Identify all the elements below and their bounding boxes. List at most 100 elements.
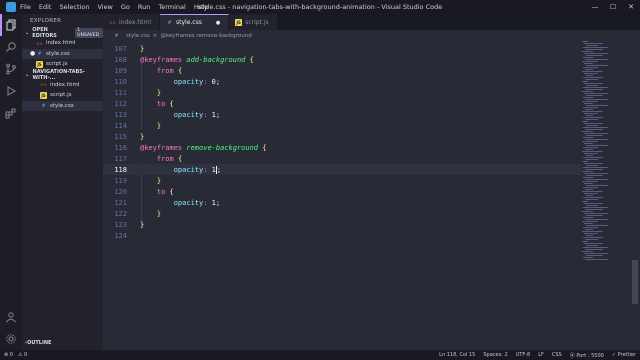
line-number[interactable]: 118	[103, 166, 127, 174]
open-editor-item[interactable]: ● # style.css	[22, 48, 103, 59]
settings-gear-icon[interactable]	[0, 328, 22, 350]
unsaved-dot-icon[interactable]: ●	[216, 20, 220, 26]
code-line[interactable]: 119 }	[103, 175, 581, 186]
outline-header[interactable]: › OUTLINE	[22, 338, 51, 348]
line-number[interactable]: 120	[103, 188, 127, 196]
html-file-icon: <>	[109, 19, 116, 25]
code-line[interactable]: 107}	[103, 43, 581, 54]
code-editor[interactable]: 107} 108 @keyframes add-background {109 fr…	[103, 41, 640, 350]
line-number[interactable]: 111	[103, 89, 127, 97]
menu-item-selection[interactable]: Selection	[59, 3, 89, 11]
code-line[interactable]: 111 }	[103, 87, 581, 98]
code-line[interactable]: 110 opacity: 0;	[103, 76, 581, 87]
project-file-item[interactable]: JS script.js	[22, 90, 103, 101]
line-number[interactable]: 116	[103, 144, 127, 152]
code-line[interactable]: 116 @keyframes remove-background {	[103, 142, 581, 153]
code-line[interactable]: 112 to {	[103, 98, 581, 109]
minimap-line	[582, 121, 588, 122]
code-line[interactable]: 113 opacity: 1;	[103, 109, 581, 120]
menu-item-help[interactable]: Help	[194, 3, 209, 11]
line-number[interactable]: 107	[103, 45, 127, 53]
code-line[interactable]: 118 opacity: 1;	[103, 164, 581, 175]
minimap-line	[585, 239, 598, 240]
prettier-status[interactable]: ✓ Prettier	[612, 352, 636, 358]
code-line[interactable]: 114 }	[103, 120, 581, 131]
line-number[interactable]: 115	[103, 133, 127, 141]
minimap[interactable]	[581, 41, 625, 350]
line-number[interactable]: 124	[103, 232, 127, 240]
code-line[interactable]: 109 from {	[103, 65, 581, 76]
explorer-title: EXPLORER	[30, 18, 62, 24]
extensions-icon[interactable]	[0, 102, 22, 124]
line-number[interactable]: 114	[103, 122, 127, 130]
run-debug-icon[interactable]	[0, 80, 22, 102]
code-line[interactable]: 120 to {	[103, 186, 581, 197]
tab-style-css[interactable]: # style.css ●	[160, 14, 230, 30]
line-number[interactable]: 117	[103, 155, 127, 163]
source-control-icon[interactable]	[0, 58, 22, 80]
editor-scrollbar[interactable]	[632, 260, 638, 304]
minimap-line	[585, 89, 603, 90]
title-bar: File Edit Selection View Go Run Terminal Help s…	[0, 0, 640, 14]
language-mode[interactable]: CSS	[552, 352, 562, 358]
search-icon[interactable]	[0, 36, 22, 58]
minimap-line	[586, 75, 593, 76]
minimap-line	[585, 189, 593, 190]
line-number[interactable]: 123	[103, 221, 127, 229]
minimap-line	[585, 229, 593, 230]
minimap-line	[584, 233, 598, 234]
breadcrumb-symbol[interactable]: @keyframes remove-background	[160, 33, 251, 39]
end-of-line[interactable]: LF	[538, 352, 544, 358]
menu-item-terminal[interactable]: Terminal	[158, 3, 185, 11]
line-number[interactable]: 121	[103, 199, 127, 207]
open-editors-header[interactable]: ⌄ OPEN EDITORS 1 UNSAVED	[22, 27, 104, 39]
code-line[interactable]: 121 opacity: 1;	[103, 197, 581, 208]
indentation[interactable]: Spaces: 2	[483, 352, 507, 358]
maximize-button[interactable]: ☐	[604, 0, 622, 14]
code-line[interactable]: 117 from {	[103, 153, 581, 164]
tab-index-html[interactable]: <> index.html	[103, 14, 160, 30]
project-file-item[interactable]: <> index.html	[22, 80, 103, 91]
code-line[interactable]: 122 }	[103, 208, 581, 219]
warnings-indicator[interactable]: ⚠ 0	[18, 352, 27, 358]
chevron-down-icon: ⌄	[25, 71, 30, 78]
minimap-line	[586, 45, 598, 46]
account-icon[interactable]	[0, 306, 22, 328]
line-number[interactable]: 122	[103, 210, 127, 218]
open-editor-item[interactable]: <> index.html	[22, 38, 103, 49]
project-folder-header[interactable]: ⌄ NAVIGATION-TABS-WITH-...	[22, 69, 103, 81]
errors-indicator[interactable]: ⊗ 0	[4, 352, 13, 358]
encoding[interactable]: UTF-8	[516, 352, 531, 358]
menu-item-go[interactable]: Go	[121, 3, 130, 11]
line-number[interactable]: 109	[103, 67, 127, 75]
cursor-position[interactable]: Ln 118, Col 15	[439, 352, 475, 358]
line-number[interactable]: 110	[103, 78, 127, 86]
explorer-icon[interactable]	[0, 14, 22, 36]
live-server-port[interactable]: ⦿ Port : 5500	[570, 352, 604, 359]
code-text: opacity: 1;	[173, 198, 221, 207]
line-number[interactable]: 113	[103, 111, 127, 119]
line-number[interactable]: 108	[103, 56, 127, 64]
code-text: @keyframes add-background {	[140, 55, 254, 64]
menu-item-run[interactable]: Run	[138, 3, 150, 11]
line-number[interactable]: 112	[103, 100, 127, 108]
file-name: index.html	[50, 81, 80, 88]
breadcrumb-file[interactable]: style.css	[126, 33, 150, 39]
code-line[interactable]: 115}	[103, 131, 581, 142]
menu-item-file[interactable]: File	[20, 3, 31, 11]
project-file-item[interactable]: # style.css	[22, 100, 103, 111]
minimap-line	[585, 119, 598, 120]
menu-item-view[interactable]: View	[97, 3, 112, 11]
minimap-line	[582, 81, 588, 82]
code-line[interactable]: 108 @keyframes add-background {	[103, 54, 581, 65]
tab-script-js[interactable]: JS script.js	[229, 14, 278, 30]
menu-item-edit[interactable]: Edit	[39, 3, 52, 11]
close-window-button[interactable]: ✕	[622, 0, 640, 14]
code-line[interactable]: 124	[103, 230, 581, 241]
line-number[interactable]: 119	[103, 177, 127, 185]
minimap-line	[583, 107, 598, 108]
minimap-line	[582, 61, 598, 62]
code-line[interactable]: 123}	[103, 219, 581, 230]
minimap-line	[583, 257, 593, 258]
minimize-button[interactable]: —	[586, 0, 604, 14]
